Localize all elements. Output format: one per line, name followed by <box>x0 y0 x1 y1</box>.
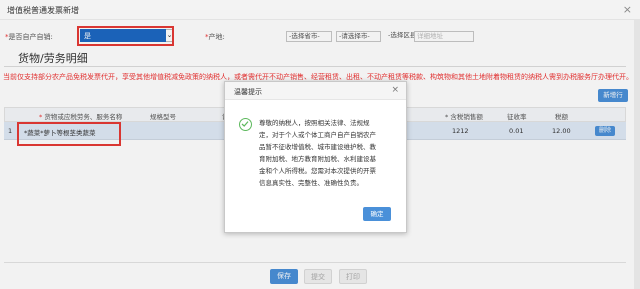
invoice-page: 增值税普通发票新增 × *是否自产自销: 是 ⌄ *产地: -选择省市- -请选… <box>0 0 640 289</box>
modal-text-line: 信息真实性、完整性、准确性负责。 <box>259 179 363 187</box>
modal-header: 温馨提示 × <box>225 82 406 100</box>
close-icon[interactable]: × <box>623 3 632 16</box>
modal-text-line: 品暂不征收增值税、城市建设维护税、教 <box>259 143 376 151</box>
modal-text-line: 金和个人所得税。您需对本次提供的开票 <box>259 167 376 175</box>
modal-text-line: 定，对于个人或个体工商户自产自销农产 <box>259 131 376 139</box>
modal-text-line: 尊敬的纳税人，按照相关法律、法规规 <box>259 119 370 127</box>
confirm-button[interactable]: 确定 <box>363 207 391 221</box>
modal-text-line: 育附加税、地方教育附加税、水利建设基 <box>259 155 376 163</box>
check-circle-icon <box>239 118 252 131</box>
window-titlebar: 增值税普通发票新增 × <box>0 0 640 20</box>
modal-close-icon[interactable]: × <box>391 85 399 95</box>
window-title: 增值税普通发票新增 <box>7 6 79 15</box>
modal-title: 温馨提示 <box>234 88 262 96</box>
